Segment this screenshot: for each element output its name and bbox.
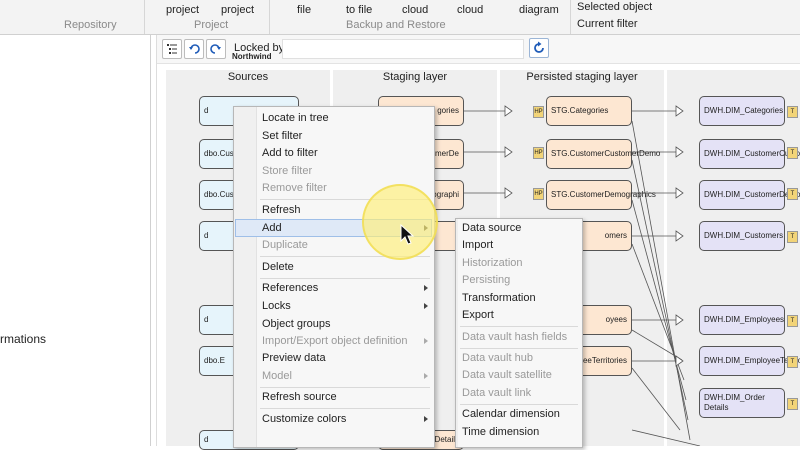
menu-item-locks[interactable]: Locks bbox=[262, 300, 291, 312]
submenu-strip bbox=[456, 219, 458, 447]
menu-separator bbox=[460, 326, 578, 327]
submenu-item-dv-hub[interactable]: Data vault hub bbox=[462, 352, 533, 364]
submenu-item-dv-satellite[interactable]: Data vault satellite bbox=[462, 369, 552, 381]
dwh-node[interactable]: DWH.DIM_Customers bbox=[699, 221, 785, 251]
dwh-node[interactable]: DWH.DIM_CustomerCustomerDemo bbox=[699, 139, 800, 169]
menu-separator bbox=[260, 387, 430, 388]
transformation-badge: T bbox=[787, 188, 798, 200]
menu-icon-strip bbox=[234, 107, 257, 447]
menu-item-model[interactable]: Model bbox=[262, 370, 292, 382]
context-menu: Locate in tree Set filter Add to filter … bbox=[233, 106, 435, 448]
dwh-node[interactable]: DWH.DIM_Categories bbox=[699, 96, 785, 126]
transformation-badge: T bbox=[787, 231, 798, 243]
menu-item-preview-data[interactable]: Preview data bbox=[262, 352, 326, 364]
persisted-node[interactable]: STG.CustomerDemographics bbox=[546, 180, 656, 210]
menu-item-object-groups[interactable]: Object groups bbox=[262, 318, 330, 330]
dwh-node[interactable]: DWH.DIM_Employees bbox=[699, 305, 785, 335]
menu-item-store-filter[interactable]: Store filter bbox=[262, 165, 312, 177]
menu-item-add[interactable]: Add bbox=[262, 222, 282, 234]
submenu-arrow-icon bbox=[424, 285, 428, 291]
historization-badge: HP bbox=[533, 106, 544, 118]
submenu-item-persisting[interactable]: Persisting bbox=[462, 274, 510, 286]
menu-item-set-filter[interactable]: Set filter bbox=[262, 130, 302, 142]
add-submenu: Data source Import Historization Persist… bbox=[455, 218, 583, 448]
submenu-item-export[interactable]: Export bbox=[462, 309, 494, 321]
menu-item-remove-filter[interactable]: Remove filter bbox=[262, 182, 327, 194]
submenu-arrow-icon bbox=[424, 416, 428, 422]
transformation-badge: T bbox=[787, 398, 798, 410]
persisted-node[interactable]: STG.Categories bbox=[546, 96, 632, 126]
historization-badge: HP bbox=[533, 147, 544, 159]
dwh-node[interactable]: DWH.DIM_EmployeeTerritories bbox=[699, 346, 800, 376]
menu-separator bbox=[460, 348, 578, 349]
submenu-arrow-icon bbox=[424, 338, 428, 344]
submenu-arrow-icon bbox=[424, 373, 428, 379]
transformation-badge: T bbox=[787, 147, 798, 159]
submenu-item-calendar-dimension[interactable]: Calendar dimension bbox=[462, 408, 560, 420]
historization-badge: HP bbox=[533, 188, 544, 200]
persisted-node[interactable]: STG.CustomerCustomerDemo bbox=[546, 139, 660, 169]
menu-item-locate-in-tree[interactable]: Locate in tree bbox=[262, 112, 329, 124]
submenu-item-dv-link[interactable]: Data vault link bbox=[462, 387, 531, 399]
submenu-item-import[interactable]: Import bbox=[462, 239, 493, 251]
transformation-badge: T bbox=[787, 315, 798, 327]
dwh-node[interactable]: DWH.DIM_CustomerDemographics bbox=[699, 180, 800, 210]
menu-item-refresh-source[interactable]: Refresh source bbox=[262, 391, 337, 403]
menu-item-customize-colors[interactable]: Customize colors bbox=[262, 413, 346, 425]
menu-item-add-to-filter[interactable]: Add to filter bbox=[262, 147, 318, 159]
dwh-node[interactable]: DWH.DIM_Order Details bbox=[699, 388, 785, 418]
submenu-item-transformation[interactable]: Transformation bbox=[462, 292, 536, 304]
submenu-item-historization[interactable]: Historization bbox=[462, 257, 523, 269]
menu-item-refresh[interactable]: Refresh bbox=[262, 204, 301, 216]
mouse-pointer-icon bbox=[400, 224, 415, 245]
submenu-item-time-dimension[interactable]: Time dimension bbox=[462, 426, 539, 438]
transformation-badge: T bbox=[787, 106, 798, 118]
submenu-item-data-source[interactable]: Data source bbox=[462, 222, 521, 234]
menu-separator bbox=[460, 404, 578, 405]
submenu-item-dv-hash-fields[interactable]: Data vault hash fields bbox=[462, 331, 567, 343]
menu-separator bbox=[260, 408, 430, 409]
submenu-arrow-icon bbox=[424, 303, 428, 309]
menu-item-duplicate[interactable]: Duplicate bbox=[262, 239, 308, 251]
cursor-highlight bbox=[362, 184, 438, 260]
transformation-badge: T bbox=[787, 356, 798, 368]
menu-item-import-export[interactable]: Import/Export object definition bbox=[262, 335, 408, 347]
menu-item-delete[interactable]: Delete bbox=[262, 261, 294, 273]
menu-item-references[interactable]: References bbox=[262, 282, 318, 294]
menu-separator bbox=[260, 278, 430, 279]
